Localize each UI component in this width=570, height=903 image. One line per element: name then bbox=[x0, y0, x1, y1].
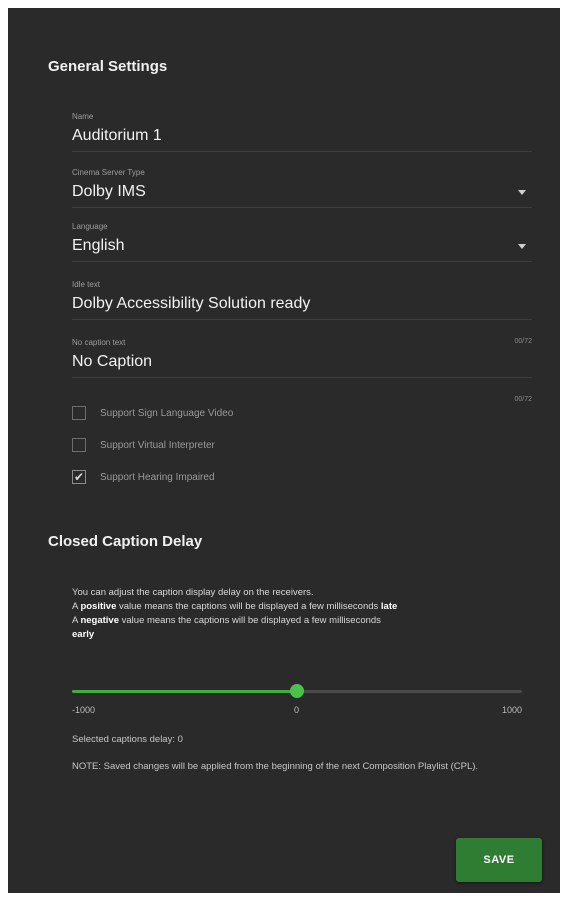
language-text: English bbox=[72, 237, 125, 254]
closed-caption-delay-title: Closed Caption Delay bbox=[48, 533, 203, 550]
name-field[interactable]: Name Auditorium 1 bbox=[72, 112, 532, 152]
slider-fill bbox=[72, 690, 297, 693]
checkbox-virtual-interpreter[interactable]: Support Virtual Interpreter bbox=[72, 438, 215, 452]
delay-desc-line4: early bbox=[72, 629, 95, 640]
selected-delay-text: Selected captions delay: 0 bbox=[72, 734, 183, 745]
language-label: Language bbox=[72, 222, 108, 231]
checkbox-label: Support Hearing Impaired bbox=[100, 471, 215, 483]
idle-text-field[interactable]: Idle text Dolby Accessibility Solution r… bbox=[72, 280, 532, 345]
idle-text-input[interactable]: Dolby Accessibility Solution ready bbox=[72, 295, 532, 320]
slider-min-label: -1000 bbox=[72, 705, 96, 715]
checkbox-box[interactable]: ✔ bbox=[72, 470, 86, 484]
note-text: NOTE: Saved changes will be applied from… bbox=[72, 761, 479, 772]
checkbox-box[interactable] bbox=[72, 438, 86, 452]
checkbox-label: Support Virtual Interpreter bbox=[100, 439, 215, 451]
save-button[interactable]: SAVE bbox=[456, 838, 542, 882]
checkbox-sign-language[interactable]: Support Sign Language Video bbox=[72, 406, 233, 420]
general-settings-title: General Settings bbox=[48, 58, 168, 75]
slider-max-label: 1000 bbox=[502, 705, 523, 715]
server-type-select[interactable]: Cinema Server Type Dolby IMS bbox=[72, 168, 532, 208]
language-value[interactable]: English bbox=[72, 237, 532, 262]
checkmark-icon: ✔ bbox=[73, 470, 85, 484]
delay-desc-line1: You can adjust the caption display delay… bbox=[72, 587, 314, 598]
caption-delay-slider[interactable] bbox=[72, 684, 522, 698]
chevron-down-icon[interactable] bbox=[518, 190, 526, 195]
settings-panel: General Settings Name Auditorium 1 Cinem… bbox=[8, 8, 560, 893]
delay-description: You can adjust the caption display delay… bbox=[72, 586, 527, 642]
delay-desc-line2: A positive value means the captions will… bbox=[72, 601, 398, 612]
server-type-label: Cinema Server Type bbox=[72, 168, 145, 177]
no-caption-field[interactable]: No caption text No Caption 00/72 bbox=[72, 338, 532, 403]
checkbox-box[interactable] bbox=[72, 406, 86, 420]
delay-desc-line3: A negative value means the captions will… bbox=[72, 615, 381, 626]
chevron-down-icon[interactable] bbox=[518, 244, 526, 249]
checkbox-hearing-impaired[interactable]: ✔ Support Hearing Impaired bbox=[72, 470, 215, 484]
language-select[interactable]: Language English bbox=[72, 222, 532, 262]
name-input[interactable]: Auditorium 1 bbox=[72, 127, 532, 152]
server-type-value[interactable]: Dolby IMS bbox=[72, 183, 532, 208]
name-label: Name bbox=[72, 112, 94, 121]
idle-text-label: Idle text bbox=[72, 280, 101, 289]
slider-mid-label: 0 bbox=[294, 705, 300, 715]
no-caption-counter: 00/72 bbox=[514, 396, 532, 403]
no-caption-input[interactable]: No Caption bbox=[72, 353, 532, 378]
checkbox-label: Support Sign Language Video bbox=[100, 407, 234, 419]
server-type-text: Dolby IMS bbox=[72, 183, 146, 200]
no-caption-label: No caption text bbox=[72, 338, 126, 347]
slider-thumb[interactable] bbox=[290, 684, 304, 698]
